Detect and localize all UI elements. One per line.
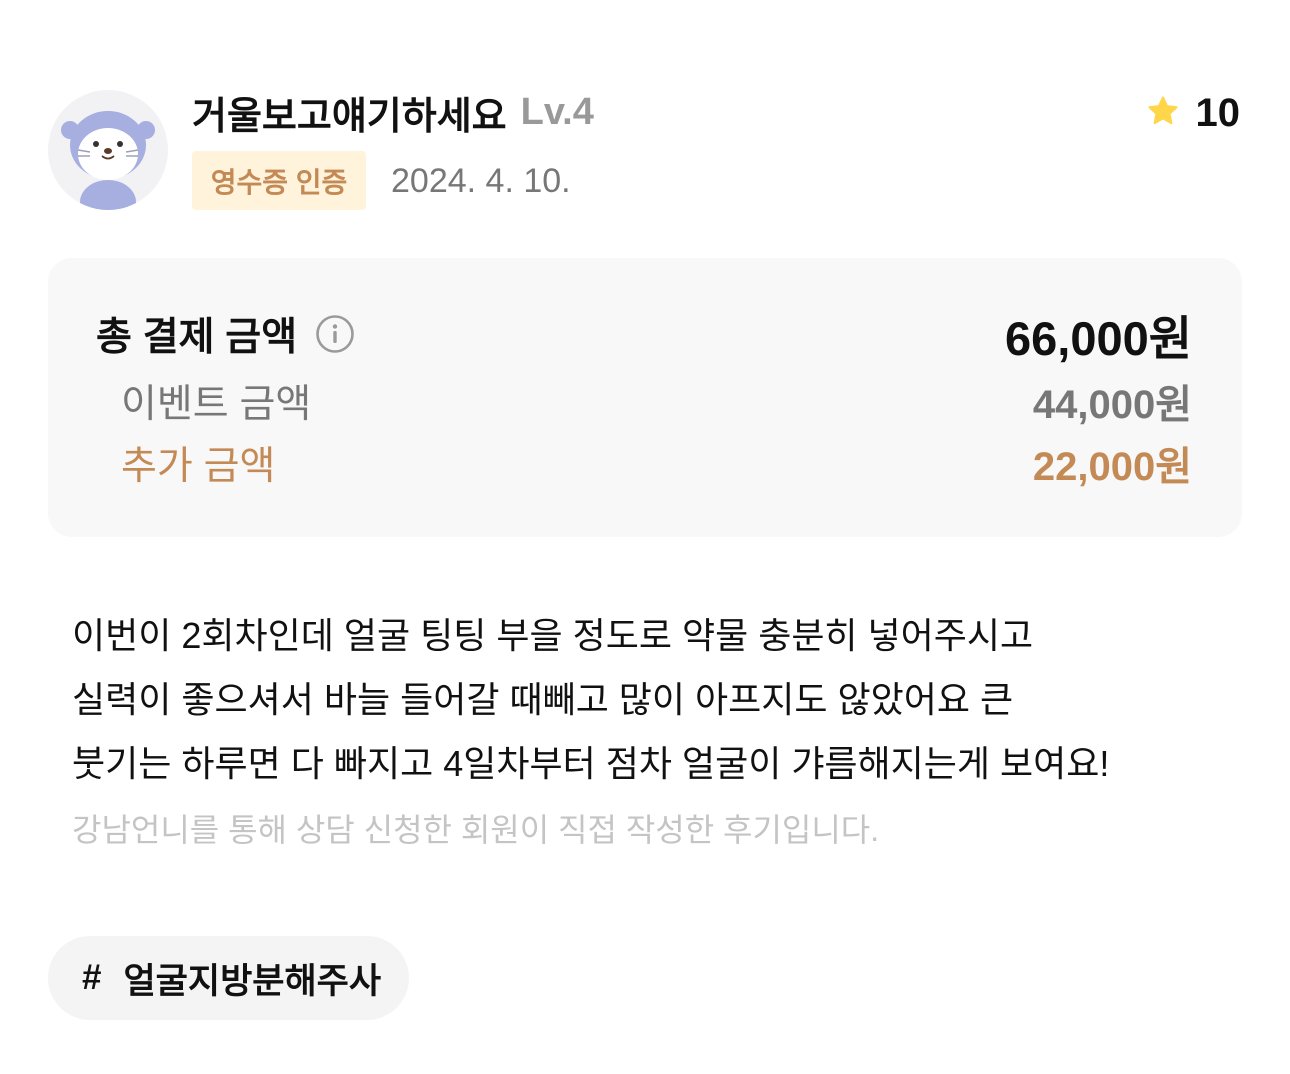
star-icon: [1146, 94, 1180, 133]
rating: 10: [1146, 90, 1241, 136]
rating-value: 10: [1195, 90, 1241, 135]
price-summary-box: 총 결제 금액 66,000원 이벤트 금액 44,000원 추가 금액 22,…: [48, 258, 1242, 537]
user-level: Lv.4: [520, 90, 594, 133]
total-price-label: 총 결제 금액: [96, 316, 298, 359]
extra-price-row: 추가 금액 22,000원: [48, 435, 1242, 491]
review-disclaimer: 강남언니를 통해 상담 신청한 회원이 직접 작성한 후기입니다.: [72, 812, 880, 848]
hashtag-label: 얼굴지방분해주사: [123, 961, 382, 1001]
extra-price-value: 22,000원: [1032, 445, 1192, 489]
total-price-row: 총 결제 금액 66,000원: [48, 306, 1242, 365]
review-text: 이번이 2회차인데 얼굴 팅팅 부을 정도로 약물 충분히 넣어주시고 실력이 …: [72, 604, 1252, 796]
event-price-label: 이벤트 금액: [121, 383, 312, 426]
review-text-line: 이번이 2회차인데 얼굴 팅팅 부을 정도로 약물 충분히 넣어주시고: [72, 615, 1034, 656]
otter-avatar-icon[interactable]: [48, 90, 168, 210]
review-date: 2024. 4. 10.: [391, 161, 571, 200]
review-text-line: 붓기는 하루면 다 빠지고 4일차부터 점차 얼굴이 갸름해지는게 보여요!: [72, 743, 1110, 784]
extra-price-label: 추가 금액: [121, 445, 276, 488]
review-text-line: 실력이 좋으셔서 바늘 들어갈 때빼고 많이 아프지도 않았어요 큰: [72, 679, 1014, 720]
event-price-value: 44,000원: [1032, 383, 1192, 427]
total-price-label-group: 총 결제 금액: [96, 306, 355, 362]
info-icon[interactable]: [315, 314, 355, 354]
receipt-verified-badge: 영수증 인증: [192, 151, 366, 210]
total-price-value: 66,000원: [1005, 311, 1192, 365]
username[interactable]: 거울보고얘기하세요 Lv.4: [192, 88, 594, 138]
hash-icon: #: [82, 958, 102, 997]
username-text: 거울보고얘기하세요: [192, 95, 507, 138]
hashtag-chip[interactable]: # 얼굴지방분해주사: [48, 936, 409, 1020]
review-card: 거울보고얘기하세요 Lv.4 영수증 인증 2024. 4. 10. 10 총 …: [0, 0, 1290, 1074]
event-price-row: 이벤트 금액 44,000원: [48, 373, 1242, 429]
